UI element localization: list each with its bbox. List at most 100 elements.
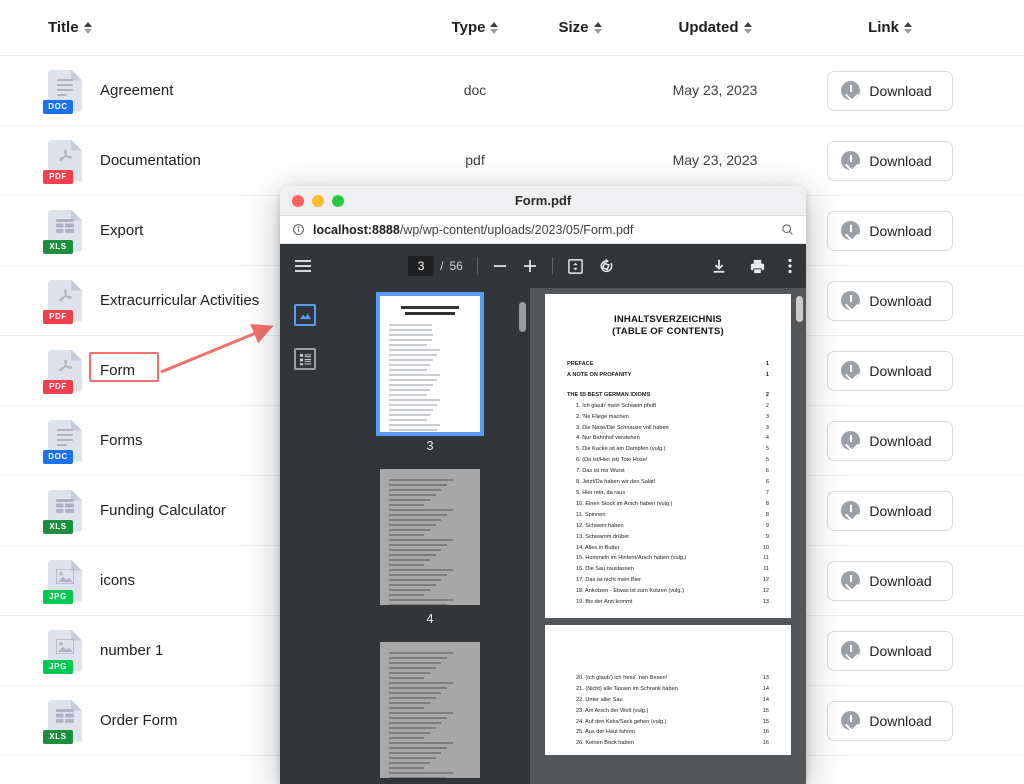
file-name: Agreement	[100, 82, 174, 99]
toc-entry-page: 5	[765, 457, 769, 464]
file-type-cell: pdf	[420, 152, 530, 170]
divider	[476, 257, 478, 275]
download-button-label: Download	[869, 432, 932, 449]
toc-entry-title: 8. Jetzt/Da haben wir den Salat!	[576, 479, 656, 486]
toc-entry-page: 16	[762, 740, 769, 747]
search-icon[interactable]	[781, 223, 794, 236]
toc-entry: 10. Einen Stock im Arsch haben (vulg.) 8	[567, 499, 769, 510]
pdf-page-viewer[interactable]: INHALTSVERZEICHNIS (TABLE OF CONTENTS) P…	[530, 288, 806, 784]
file-type-badge: XLS	[43, 729, 73, 744]
column-header-link[interactable]: Link	[800, 19, 980, 36]
thumbnail-page-label: 3	[426, 438, 434, 453]
download-button[interactable]: Download	[827, 700, 953, 741]
zoom-in-icon[interactable]	[522, 258, 538, 274]
download-button[interactable]: Download	[827, 350, 953, 391]
file-type-badge: PDF	[43, 309, 73, 324]
fit-page-icon[interactable]	[567, 258, 584, 275]
sort-icon[interactable]	[743, 21, 752, 34]
download-button[interactable]: Download	[827, 490, 953, 531]
download-icon	[841, 501, 861, 520]
download-button-label: Download	[869, 82, 932, 99]
toc-entry: 23. Am Arsch der Welt (vulg.) 15	[567, 706, 769, 717]
download-button-label: Download	[869, 222, 932, 239]
toc-entry-title: 11. Spinnen	[576, 511, 606, 518]
column-header-type[interactable]: Type	[420, 19, 530, 36]
download-icon[interactable]	[711, 258, 727, 274]
xls-file-icon: XLS	[43, 699, 82, 744]
download-button[interactable]: Download	[827, 630, 953, 671]
column-header-size-label: Size	[558, 19, 589, 36]
url-bar[interactable]: localhost:8888/wp/wp-content/uploads/202…	[280, 216, 806, 244]
thumbnail-scrollbar[interactable]	[519, 302, 526, 332]
toc-entry-title: 14. Alles in Butter	[576, 544, 620, 551]
thumbnail-list: 3 4 5	[330, 292, 530, 784]
sort-icon[interactable]	[83, 21, 92, 34]
sort-icon[interactable]	[903, 21, 912, 34]
table-row[interactable]: DOC Agreement doc May 23, 2023 Download	[0, 56, 1024, 126]
file-title-cell: DOC Agreement	[43, 69, 420, 114]
download-icon	[841, 571, 861, 590]
file-type-value: pdf	[465, 151, 485, 168]
toc-entry: 11. Spinnen 8	[567, 510, 769, 521]
toc-entry: A NOTE ON PROFANITY 1	[567, 370, 769, 381]
download-button-label: Download	[869, 362, 932, 379]
thumbnail-pane[interactable]: 3 4 5	[330, 288, 530, 784]
print-icon[interactable]	[749, 258, 766, 275]
pdf-page-4: 20. (Ich glaub') ich fress' 'nen Besen! …	[545, 624, 791, 756]
rotate-icon[interactable]	[598, 258, 615, 275]
column-header-title[interactable]: Title	[48, 19, 420, 36]
download-button[interactable]: Download	[827, 70, 953, 111]
download-icon	[841, 431, 861, 450]
column-header-size[interactable]: Size	[530, 19, 630, 36]
toc-section-page: 2	[765, 391, 769, 398]
toc-entry-title: 23. Am Arsch der Welt (vulg.)	[576, 707, 649, 714]
download-button[interactable]: Download	[827, 210, 953, 251]
page-number-input[interactable]	[408, 256, 435, 276]
viewer-scrollbar[interactable]	[796, 296, 803, 322]
toc-entry: 22. Unter aller Sau 14	[567, 695, 769, 706]
toc-entry-title: 26. Keinen Bock haben	[576, 740, 634, 747]
page-thumbnail[interactable]	[380, 469, 480, 605]
file-title-cell: PDF Documentation	[43, 139, 420, 184]
download-button[interactable]: Download	[827, 140, 953, 181]
toc-entry-title: 16. Die Sau rauslassen	[576, 566, 634, 573]
download-button[interactable]: Download	[827, 420, 953, 461]
toc-entry-page: 8	[765, 500, 769, 507]
toc-entry-title: 22. Unter aller Sau	[576, 696, 623, 703]
download-icon	[841, 641, 861, 660]
sidebar-toggle-icon[interactable]	[294, 259, 312, 273]
toc-entry: 2. 'Ne Fliege machen 3	[567, 412, 769, 423]
document-outline-icon[interactable]	[294, 348, 316, 370]
file-type-badge: PDF	[43, 169, 73, 184]
file-type-badge: DOC	[43, 99, 73, 114]
column-header-updated[interactable]: Updated	[630, 19, 800, 36]
toc-entry-title: 9. Hier rein, da raus	[576, 489, 626, 496]
download-icon	[841, 151, 861, 170]
sort-icon[interactable]	[593, 21, 602, 34]
toc-entry-page: 15	[762, 707, 769, 714]
download-button-label: Download	[869, 712, 932, 729]
download-button[interactable]: Download	[827, 560, 953, 601]
page-separator: /	[440, 259, 444, 273]
toc-entry: 1. Ich glaub' mein Schwein pfeift 2	[567, 401, 769, 412]
download-button[interactable]: Download	[827, 280, 953, 321]
zoom-out-icon[interactable]	[492, 258, 508, 274]
toc-entry-page: 6	[765, 468, 769, 475]
thumbnail-view-icon[interactable]	[294, 304, 316, 326]
file-type-badge: DOC	[43, 449, 73, 464]
table-of-contents-continued: 20. (Ich glaub') ich fress' 'nen Besen! …	[567, 673, 769, 749]
file-name: Documentation	[100, 152, 201, 169]
file-link-cell: Download	[800, 280, 980, 321]
xls-file-icon: XLS	[43, 209, 82, 254]
sort-icon[interactable]	[490, 21, 499, 34]
toc-entry-page: 15	[762, 718, 769, 725]
divider	[551, 257, 553, 275]
more-options-icon[interactable]	[788, 258, 792, 274]
toc-entry: 20. (Ich glaub') ich fress' 'nen Besen! …	[567, 673, 769, 684]
toc-entry-title: 6. (Da ist/Hier ist) Tote Hose!	[576, 457, 648, 464]
toc-section-heading: THE 55 BEST GERMAN IDIOMS 2	[567, 390, 769, 401]
toc-entry-title: 10. Einen Stock im Arsch haben (vulg.)	[576, 500, 673, 507]
url-text: localhost:8888/wp/wp-content/uploads/202…	[313, 222, 634, 237]
page-thumbnail[interactable]	[380, 642, 480, 778]
page-thumbnail[interactable]	[376, 292, 484, 436]
